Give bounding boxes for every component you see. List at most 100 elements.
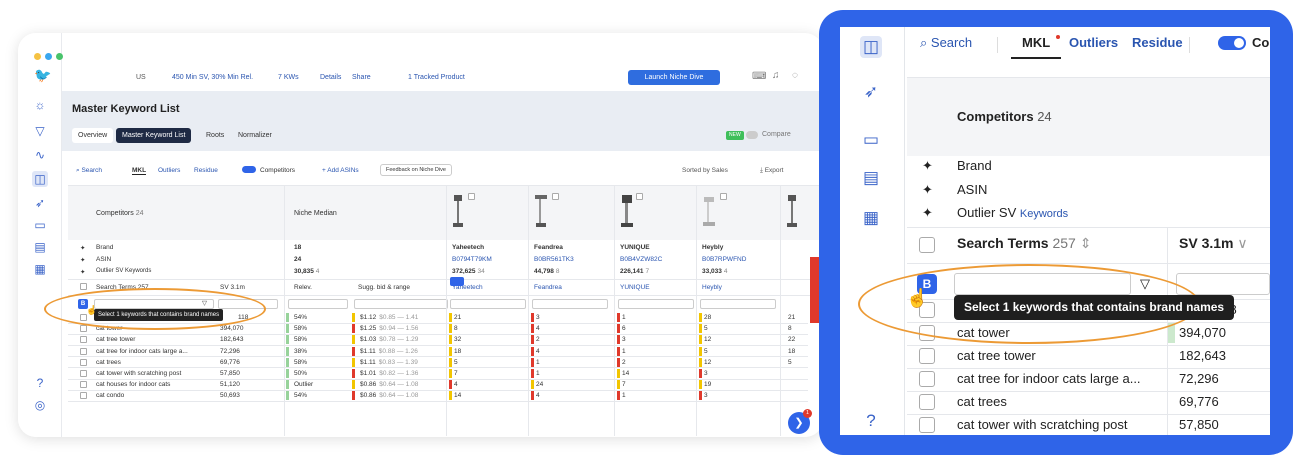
product-image-extra[interactable]	[786, 191, 798, 231]
message-icon[interactable]: ◌	[792, 70, 798, 81]
product-column-header[interactable]: Feandrea	[534, 284, 562, 291]
search-term[interactable]: cat tree tower	[957, 348, 1036, 363]
search-page-icon[interactable]: ◫	[860, 36, 882, 58]
select-all-checkbox[interactable]	[80, 283, 87, 290]
row-checkbox[interactable]	[80, 370, 87, 377]
product-checkbox[interactable]	[468, 193, 475, 200]
expand-columns-button[interactable]	[450, 277, 464, 286]
relev-filter-input[interactable]	[288, 299, 348, 309]
monitor-icon[interactable]: ▭	[860, 129, 882, 151]
tab-normalizer[interactable]: Normalizer	[232, 128, 278, 143]
row-checkbox[interactable]	[80, 325, 87, 333]
product-column-header[interactable]: YUNIQUE	[620, 284, 650, 291]
bid-range: $0.85 — 1.41	[379, 314, 419, 321]
product-filter-input[interactable]	[700, 299, 776, 309]
search-page-icon[interactable]: ◫	[32, 171, 48, 187]
row-checkbox[interactable]	[80, 358, 87, 366]
niche-filter-summary[interactable]: 450 Min SV, 30% Min Rel.	[172, 74, 253, 81]
share-link[interactable]: Share	[352, 74, 371, 81]
search-term[interactable]: cat trees	[957, 394, 1007, 409]
launch-niche-dive-button[interactable]: Launch Niche Dive	[628, 70, 720, 85]
search-tab[interactable]: ⌕ Search	[76, 167, 102, 175]
tab-roots[interactable]: Roots	[200, 128, 230, 143]
tracked-product-dropdown[interactable]: 1 Tracked Product	[408, 74, 465, 81]
user-icon[interactable]: ◎	[32, 397, 48, 413]
residue-tab[interactable]: Residue	[194, 167, 218, 174]
rocket-icon[interactable]: ➶	[860, 81, 882, 103]
product-image-yunique[interactable]	[620, 191, 634, 231]
search-term[interactable]: cat tree for indoor cats large a...	[957, 371, 1141, 386]
product-asin[interactable]: B0B7RPWFND	[702, 256, 746, 263]
search-term[interactable]: cat condo	[96, 392, 124, 399]
product-brand: Heybly	[702, 244, 724, 251]
product-checkbox[interactable]	[636, 193, 643, 200]
search-term[interactable]: cat tower with scratching post	[957, 417, 1128, 432]
filter-icon[interactable]: ▽	[32, 123, 48, 139]
search-term[interactable]: cat tree tower	[96, 336, 135, 343]
product-filter-input[interactable]	[450, 299, 526, 309]
outliers-tab[interactable]: Outliers	[1069, 35, 1118, 50]
rocket-icon[interactable]: ➶	[32, 195, 48, 211]
marketplace-select[interactable]: US	[136, 74, 146, 81]
details-link[interactable]: Details	[320, 74, 341, 81]
competitors-toggle[interactable]	[1218, 36, 1246, 50]
calendar-icon[interactable]: ▦	[32, 261, 48, 277]
row-checkbox[interactable]	[80, 347, 87, 355]
compare-toggle[interactable]	[746, 131, 758, 139]
tab-overview[interactable]: Overview	[72, 128, 114, 143]
search-term[interactable]: cat houses for indoor cats	[96, 381, 170, 388]
row-checkbox[interactable]	[919, 348, 935, 364]
mkl-tab[interactable]: MKL	[1022, 35, 1050, 50]
search-tab[interactable]: ⌕ Search	[920, 35, 972, 51]
document-icon[interactable]: ▤	[860, 167, 882, 189]
product-image-yaheetech[interactable]	[452, 191, 464, 231]
rank-value: 12	[704, 336, 712, 344]
product-filter-input[interactable]	[618, 299, 694, 309]
add-asins-button[interactable]: + Add ASINs	[322, 167, 359, 174]
row-checkbox[interactable]	[919, 394, 935, 410]
export-button[interactable]: ⤓ Export	[760, 167, 783, 175]
row-checkbox[interactable]	[80, 392, 87, 400]
product-image-feandrea[interactable]	[534, 191, 548, 231]
sv-header[interactable]: SV 3.1m ∨	[1179, 235, 1248, 252]
feedback-button[interactable]: Feedback on Niche Dive	[380, 164, 452, 176]
sort-dropdown[interactable]: Sorted by Sales	[682, 167, 728, 174]
monitor-icon[interactable]: ▭	[32, 217, 48, 233]
pulse-icon[interactable]: ∿	[32, 147, 48, 163]
product-checkbox[interactable]	[720, 193, 727, 200]
relev-header[interactable]: Relev.	[294, 284, 312, 291]
search-terms-header[interactable]: Search Terms 257 ⇕	[957, 235, 1091, 252]
product-asin[interactable]: B0B4VZW82C	[620, 256, 662, 263]
product-filter-input[interactable]	[532, 299, 608, 309]
kws-count[interactable]: 7 KWs	[278, 74, 299, 81]
search-term[interactable]: cat tree for indoor cats large a...	[96, 348, 188, 355]
sugg-bid-header[interactable]: Sugg. bid & range	[358, 284, 410, 291]
bid-filter-input[interactable]	[354, 299, 448, 309]
row-checkbox[interactable]	[919, 371, 935, 387]
search-term[interactable]: cat tower with scratching post	[96, 370, 181, 377]
select-all-checkbox[interactable]	[919, 237, 935, 253]
calendar-icon[interactable]: ▦	[860, 207, 882, 229]
product-column-header[interactable]: Heybly	[702, 284, 722, 291]
row-checkbox[interactable]	[80, 336, 87, 344]
document-icon[interactable]: ▤	[32, 239, 48, 255]
row-checkbox[interactable]	[919, 417, 935, 433]
help-icon[interactable]: ?	[32, 375, 48, 391]
competitors-toggle[interactable]	[242, 166, 256, 173]
row-checkbox[interactable]	[80, 381, 87, 389]
tab-master-keyword-list[interactable]: Master Keyword List	[116, 128, 192, 143]
outliers-tab[interactable]: Outliers	[158, 167, 180, 174]
chat-icon[interactable]: ⌨	[752, 71, 766, 82]
search-term[interactable]: cat trees	[96, 359, 121, 366]
residue-tab[interactable]: Residue	[1132, 35, 1183, 50]
sv-header[interactable]: SV 3.1m	[220, 284, 245, 291]
product-asin[interactable]: B0794T79KM	[452, 256, 492, 263]
product-checkbox[interactable]	[552, 193, 559, 200]
help-icon[interactable]: ?	[860, 410, 882, 432]
bell-icon[interactable]: ♫	[772, 70, 780, 81]
bulb-icon[interactable]: ☼	[32, 97, 48, 113]
product-asin[interactable]: B0BR561TK3	[534, 256, 574, 263]
row-divider	[68, 367, 808, 369]
product-image-heybly[interactable]	[702, 191, 716, 231]
mkl-tab[interactable]: MKL	[132, 167, 147, 175]
